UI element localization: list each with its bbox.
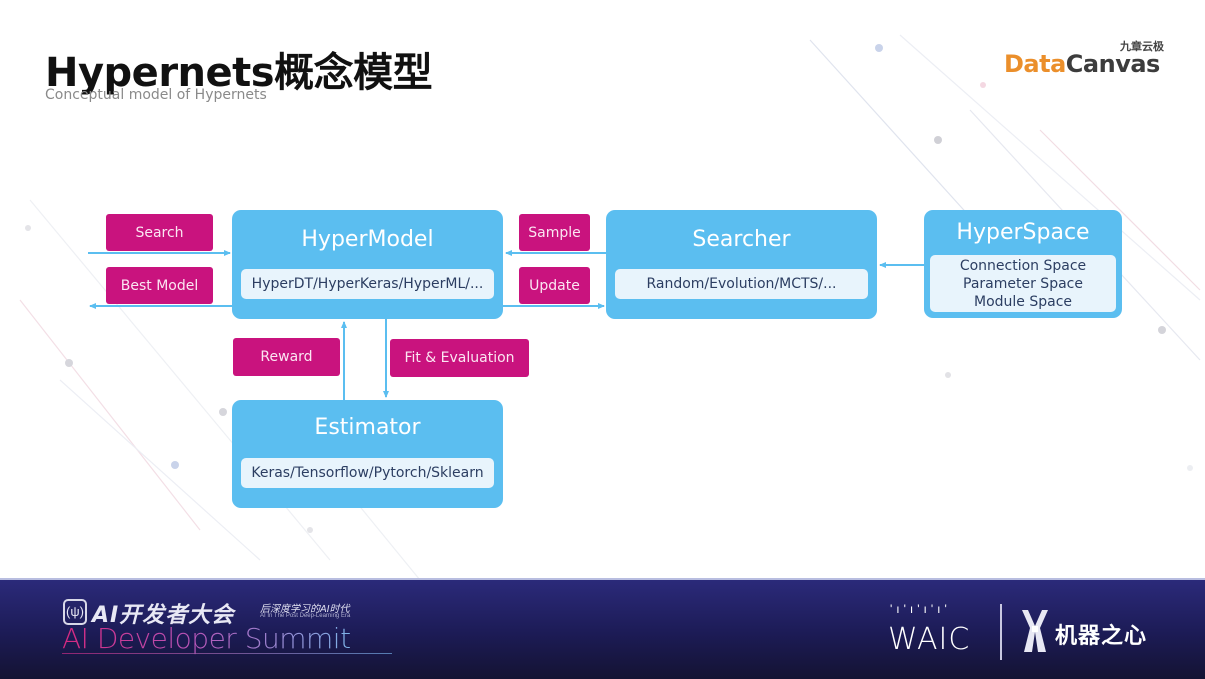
estimator-box: Estimator Keras/Tensorflow/Pytorch/Sklea…	[233, 401, 502, 507]
waic-logo: 'ı'ı'ı'ı' WAIC	[888, 602, 978, 662]
searcher-box: Searcher Random/Evolution/MCTS/...	[607, 211, 876, 318]
tag-reward: Reward	[233, 338, 340, 376]
estimator-content: Keras/Tensorflow/Pytorch/Sklearn	[241, 458, 494, 488]
event-underline	[62, 653, 392, 654]
logo-canvas-text: Canvas	[1065, 50, 1161, 78]
searcher-title: Searcher	[692, 227, 791, 252]
logo-divider	[1000, 604, 1002, 660]
hypermodel-box: HyperModel HyperDT/HyperKeras/HyperML/..…	[233, 211, 502, 318]
estimator-title: Estimator	[314, 415, 421, 440]
tag-best-model: Best Model	[106, 267, 213, 304]
page-subtitle: Conceptual model of Hypernets	[45, 87, 267, 103]
tag-search: Search	[106, 214, 213, 251]
tag-fit-evaluation: Fit & Evaluation	[390, 339, 529, 377]
hyperspace-item-connection: Connection Space	[959, 258, 1087, 274]
jiqizhixin-logo-icon	[1022, 610, 1048, 652]
tag-update: Update	[519, 267, 590, 304]
hyperspace-item-parameter: Parameter Space	[963, 276, 1083, 292]
waic-text: WAIC	[888, 622, 971, 657]
hyperspace-box: HyperSpace Connection Space Parameter Sp…	[925, 211, 1121, 317]
tag-sample: Sample	[519, 214, 590, 251]
hypermodel-title: HyperModel	[301, 227, 434, 252]
hyperspace-item-module: Module Space	[973, 294, 1073, 310]
logo-wordmark: DataCanvas	[1004, 50, 1160, 78]
event-name-en: AI Developer Summit	[62, 622, 351, 655]
hyperspace-title: HyperSpace	[956, 220, 1090, 245]
waic-dots-icon: 'ı'ı'ı'ı'	[890, 602, 951, 616]
hyperspace-content: Connection Space Parameter Space Module …	[930, 255, 1116, 312]
datacanvas-logo: 九章云极 DataCanvas	[1000, 38, 1170, 84]
searcher-content: Random/Evolution/MCTS/...	[615, 269, 868, 299]
footer-banner: (ψ) AI开发者大会 后深度学习的AI时代 AI In The Post De…	[0, 578, 1205, 679]
jiqizhixin-text: 机器之心	[1055, 623, 1148, 648]
hypermodel-content: HyperDT/HyperKeras/HyperML/...	[241, 269, 494, 299]
logo-data-text: Data	[1004, 50, 1066, 78]
tagline-en: AI In The Post Deep-Learning Era	[260, 613, 351, 619]
